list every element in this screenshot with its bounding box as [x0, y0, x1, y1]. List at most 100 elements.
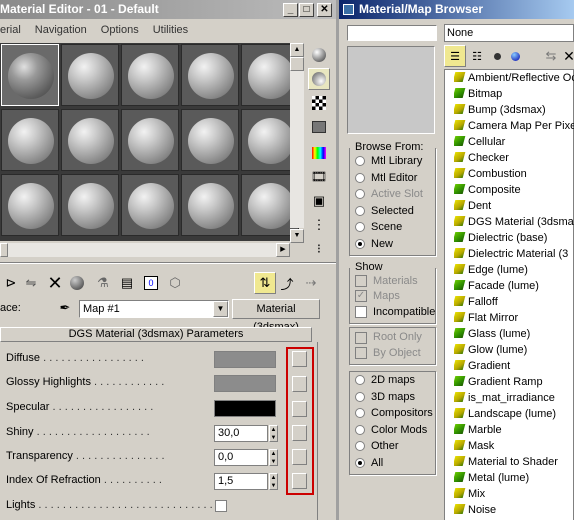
browser-list-item[interactable]: Gradient	[454, 358, 574, 374]
browser-list-item[interactable]: Gradient Ramp	[454, 374, 574, 390]
sample-slot[interactable]	[181, 174, 239, 236]
assign-icon[interactable]: ⇋	[20, 272, 42, 294]
glossy-map-button[interactable]	[292, 376, 307, 392]
diffuse-color-swatch[interactable]	[214, 351, 276, 368]
make-preview-icon[interactable]: 🎞	[308, 166, 330, 188]
glossy-color-swatch[interactable]	[214, 375, 276, 392]
sample-slot[interactable]	[61, 174, 119, 236]
map-type-radio[interactable]	[355, 375, 365, 385]
sample-slot[interactable]	[181, 44, 239, 106]
close-button[interactable]: ✕	[317, 3, 332, 17]
menu-navigation[interactable]: Navigation	[35, 24, 87, 36]
go-forward-sibling-icon[interactable]: ⇢	[300, 272, 322, 294]
browser-list-item[interactable]: Falloff	[454, 294, 574, 310]
browser-search-input[interactable]	[347, 25, 437, 41]
sample-slot[interactable]	[1, 174, 59, 236]
browser-list-item[interactable]: Landscape (lume)	[454, 406, 574, 422]
transparency-map-button[interactable]	[292, 449, 307, 465]
menu-utilities[interactable]: Utilities	[153, 24, 188, 36]
put-to-library-icon[interactable]: ▤	[116, 272, 138, 294]
params-rollout-header[interactable]: DGS Material (3dsmax) Parameters	[0, 327, 312, 342]
ior-spinner[interactable]: ▲ ▼	[269, 473, 278, 490]
sample-slot[interactable]	[1, 44, 59, 106]
browser-list-item[interactable]: Composite	[454, 182, 574, 198]
browser-list-item[interactable]: Glass (lume)	[454, 326, 574, 342]
video-color-check-icon[interactable]	[308, 142, 330, 164]
slots-hscroll-track[interactable]	[0, 243, 290, 257]
map-type-radio[interactable]	[355, 424, 365, 435]
slots-vscroll-track[interactable]	[290, 57, 304, 228]
sample-slot[interactable]	[121, 174, 179, 236]
pick-material-eyedropper-icon[interactable]: ✒	[54, 297, 76, 319]
browse-from-radio[interactable]	[355, 205, 365, 216]
options-icon[interactable]: ▣	[308, 190, 330, 212]
browser-list-item[interactable]: Cellular	[454, 134, 574, 150]
browser-list-item[interactable]: Bitmap	[454, 86, 574, 102]
maps-checkbox[interactable]: ✓	[355, 290, 367, 302]
browser-list-item[interactable]: Mask	[454, 438, 574, 454]
map-type-radio[interactable]	[355, 391, 365, 402]
map-type-radio[interactable]	[355, 408, 365, 418]
browser-list-item[interactable]: Glow (lume)	[454, 342, 574, 358]
browser-list-item[interactable]: Bump (3dsmax)	[454, 102, 574, 118]
menu-options[interactable]: Options	[101, 24, 139, 36]
browse-from-radio[interactable]	[355, 172, 365, 183]
browse-from-radio[interactable]	[355, 156, 365, 166]
select-by-material-icon[interactable]: ⋮	[308, 214, 330, 236]
sample-slot[interactable]	[61, 44, 119, 106]
browser-list-item[interactable]: DGS Material (3dsmax	[454, 214, 574, 230]
browser-list-item[interactable]: Combustion	[454, 166, 574, 182]
material-type-button[interactable]: Material (3dsmax)	[232, 299, 320, 333]
specular-map-button[interactable]	[292, 401, 307, 417]
view-list-icons-icon[interactable]: ☷	[466, 45, 488, 67]
browse-from-radio[interactable]	[355, 222, 365, 232]
browser-list-item[interactable]: Metal (lume)	[454, 470, 574, 486]
incompatible-checkbox[interactable]	[355, 306, 367, 318]
browser-list-item[interactable]: Checker	[454, 150, 574, 166]
slots-vscroll-up[interactable]: ▲	[290, 43, 304, 57]
slots-hscroll-thumb[interactable]	[0, 243, 8, 257]
map-type-radio[interactable]	[355, 457, 365, 468]
sample-slot[interactable]	[181, 109, 239, 171]
map-name-field[interactable]: Map #1	[79, 300, 229, 318]
browse-from-radio[interactable]	[355, 189, 365, 199]
sample-slot[interactable]	[121, 109, 179, 171]
maximize-button[interactable]: □	[299, 3, 314, 17]
shiny-input[interactable]: 30,0	[214, 425, 268, 442]
unique-icon[interactable]: ⚗	[92, 272, 114, 294]
sample-slot[interactable]	[61, 109, 119, 171]
transparency-spinner[interactable]: ▲ ▼	[269, 449, 278, 466]
browser-list-item[interactable]: Flat Mirror	[454, 310, 574, 326]
background-icon[interactable]	[308, 92, 330, 114]
go-to-parent-icon[interactable]: ⤴	[276, 272, 298, 294]
sample-slot[interactable]	[1, 109, 59, 171]
by-object-checkbox[interactable]	[355, 347, 367, 359]
specular-color-swatch[interactable]	[214, 400, 276, 417]
diffuse-map-button[interactable]	[292, 351, 307, 367]
menu-material[interactable]: erial	[0, 24, 21, 36]
browser-list-item[interactable]: Noise	[454, 502, 574, 518]
view-large-icons-icon[interactable]	[504, 45, 526, 67]
shiny-map-button[interactable]	[292, 425, 307, 441]
browser-list-item[interactable]: Material to Shader	[454, 454, 574, 470]
material-navigator-icon[interactable]: ⁝	[308, 238, 330, 260]
shiny-spinner[interactable]: ▲ ▼	[269, 425, 278, 442]
backlight-icon[interactable]	[308, 68, 330, 90]
browser-titlebar[interactable]: Material/Map Browser	[339, 0, 574, 19]
root-only-checkbox[interactable]	[355, 332, 367, 344]
view-list-icon[interactable]: ☰	[444, 45, 466, 67]
browser-list-item[interactable]: is_mat_irradiance	[454, 390, 574, 406]
browser-list-item[interactable]: Mix	[454, 486, 574, 502]
map-type-radio[interactable]	[355, 441, 365, 451]
transparency-input[interactable]: 0,0	[214, 449, 268, 466]
sample-type-icon[interactable]	[308, 44, 330, 66]
browser-list-item[interactable]: Dent	[454, 198, 574, 214]
browser-list-item[interactable]: Dielectric Material (3	[454, 246, 574, 262]
browser-list-item[interactable]: Edge (lume)	[454, 262, 574, 278]
slots-vscroll-down[interactable]: ▼	[290, 229, 304, 243]
browser-list-item[interactable]: Camera Map Per Pixel	[454, 118, 574, 134]
browser-list-item[interactable]: Ambient/Reflective Oc	[454, 70, 574, 86]
show-end-result-icon[interactable]: ⇅	[254, 272, 276, 294]
browser-list-item[interactable]: Facade (lume)	[454, 278, 574, 294]
delete-from-library-icon[interactable]: ✕	[558, 45, 574, 67]
